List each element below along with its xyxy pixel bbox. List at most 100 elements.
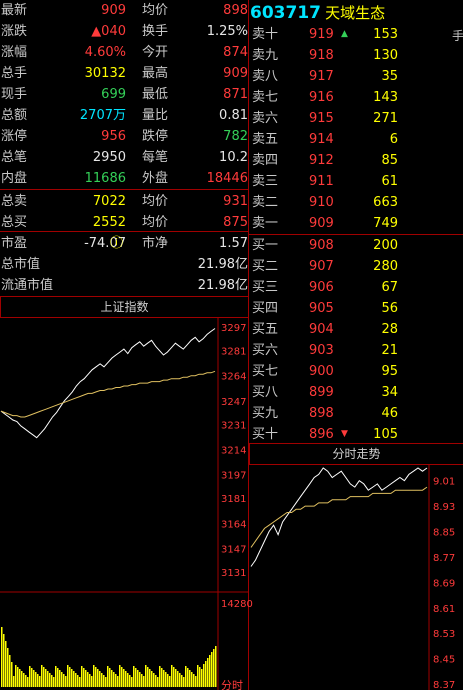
order-level-label: 买七 <box>252 364 279 379</box>
order-price: 916 <box>309 90 334 105</box>
volume-bar <box>177 671 179 687</box>
volume-bar <box>111 670 113 687</box>
volume-bar <box>75 673 77 687</box>
volume-bar <box>103 675 105 687</box>
volume-bar <box>127 673 129 687</box>
quote-value: 898 <box>223 3 248 18</box>
quote-label: 涨幅 <box>1 45 28 60</box>
order-volume: 153 <box>373 27 398 42</box>
volume-bar <box>55 666 57 687</box>
order-volume: 6 <box>389 132 398 147</box>
volume-bar <box>133 666 135 687</box>
order-price: 915 <box>309 111 334 126</box>
market-value-label: 总市值 <box>1 257 41 272</box>
volume-bar <box>51 675 53 687</box>
y-tick-label: 8.53 <box>433 629 455 640</box>
stock-code: 603717 <box>250 3 321 23</box>
volume-bar <box>29 666 31 687</box>
volume-bar <box>15 665 17 687</box>
order-price: 912 <box>309 153 334 168</box>
volume-bar <box>113 672 115 687</box>
order-volume: 61 <box>381 174 398 189</box>
divider <box>0 231 248 232</box>
volume-bar <box>53 677 55 687</box>
order-volume: 749 <box>373 216 398 231</box>
volume-bar <box>175 669 177 687</box>
quote-value: 782 <box>223 129 248 144</box>
quote-label: 内盘 <box>1 171 28 186</box>
volume-bar <box>171 665 173 687</box>
y-tick-label: 8.69 <box>433 578 455 589</box>
quote-label: 总笔 <box>1 150 28 165</box>
volume-bar <box>155 675 157 687</box>
volume-bar <box>181 675 183 687</box>
volume-bar <box>163 670 165 687</box>
volume-bar <box>199 667 201 687</box>
quote-value: 2950 <box>92 150 126 165</box>
y-tick-label: 3197 <box>221 471 246 482</box>
order-price: 904 <box>309 322 334 337</box>
volume-bar <box>165 672 167 687</box>
y-tick-label: 3297 <box>221 323 246 334</box>
quote-value: 7022 <box>92 194 126 209</box>
y-tick-label: 8.61 <box>433 604 455 615</box>
order-level-label: 卖四 <box>252 153 279 168</box>
volume-bar <box>201 669 203 687</box>
volume-bar <box>1 627 3 687</box>
order-volume: 56 <box>381 301 398 316</box>
quote-value: ▲040 <box>91 24 126 39</box>
quote-label: 市净 <box>142 236 169 251</box>
quote-value: 4.60% <box>84 45 126 60</box>
volume-bar <box>207 658 209 687</box>
volume-bar <box>31 668 33 687</box>
volume-bar <box>3 634 5 687</box>
quote-label: 总卖 <box>1 194 28 209</box>
quote-value: 2707万 <box>79 108 126 123</box>
volume-bar <box>157 677 159 687</box>
quote-value: 1.57 <box>219 236 248 251</box>
y-tick-label: 8.77 <box>433 553 455 564</box>
volume-bar <box>205 661 207 687</box>
order-volume: 663 <box>373 195 398 210</box>
order-volume: 105 <box>373 427 398 442</box>
volume-bar <box>125 671 127 687</box>
volume-bar <box>5 641 7 687</box>
volume-bar <box>213 649 215 687</box>
volume-bar <box>49 673 51 687</box>
volume-bar <box>47 671 49 687</box>
volume-bar <box>81 666 83 687</box>
order-volume: 130 <box>373 48 398 63</box>
volume-bar <box>97 669 99 687</box>
order-price: 911 <box>309 174 334 189</box>
quote-value: 18446 <box>206 171 248 186</box>
order-level-label: 买九 <box>252 406 279 421</box>
volume-bar <box>169 676 171 687</box>
volume-bar <box>99 671 101 687</box>
index-panel-title[interactable]: 上证指数 <box>0 296 249 318</box>
order-price: 907 <box>309 259 334 274</box>
volume-bar <box>121 667 123 687</box>
quote-label: 今开 <box>142 45 169 60</box>
volume-bar <box>89 674 91 687</box>
volume-bar <box>139 672 141 687</box>
volume-bar <box>37 674 39 687</box>
volume-bar <box>105 677 107 687</box>
volume-bar <box>137 670 139 687</box>
volume-bar <box>71 669 73 687</box>
order-volume: 200 <box>373 238 398 253</box>
divider <box>0 189 248 190</box>
quote-label: 涨跌 <box>1 24 28 39</box>
order-level-label: 卖八 <box>252 69 279 84</box>
volume-bar <box>209 655 211 687</box>
y-tick-label: 3214 <box>221 446 246 457</box>
volume-bar <box>7 648 9 687</box>
order-volume: 21 <box>381 343 398 358</box>
intraday-panel-title[interactable]: 分时走势 <box>249 443 463 465</box>
order-price: 900 <box>309 364 334 379</box>
order-price: 919 <box>309 27 334 42</box>
volume-bar <box>183 677 185 687</box>
order-price: 914 <box>309 132 334 147</box>
volume-bar <box>167 674 169 687</box>
volume-bar <box>189 670 191 687</box>
volume-bar <box>215 646 217 687</box>
